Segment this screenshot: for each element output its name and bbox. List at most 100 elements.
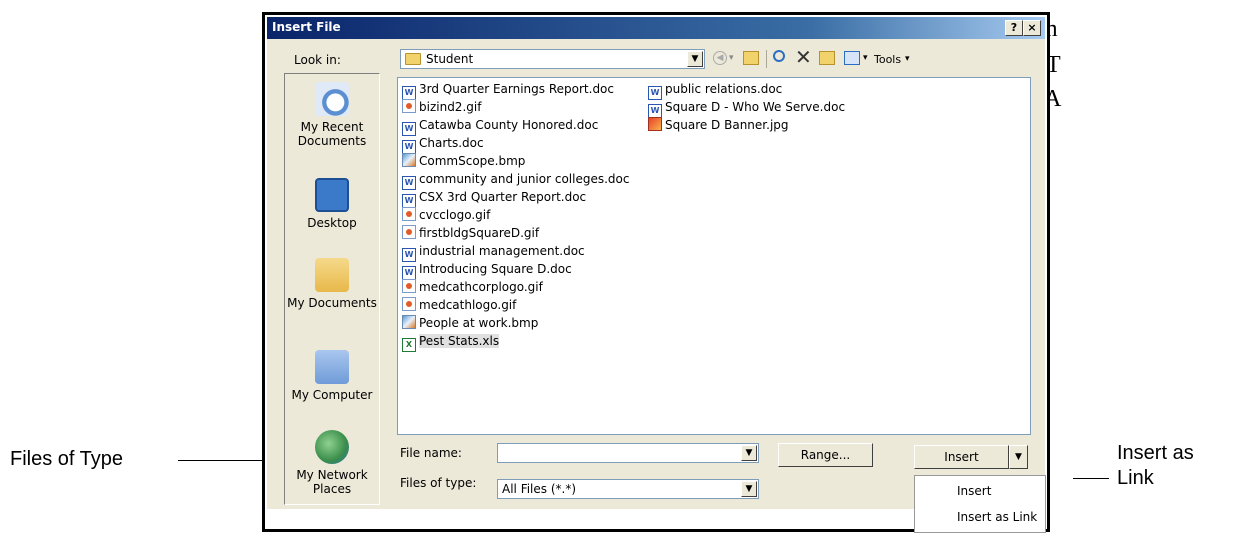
file-name: firstbldgSquareD.gif	[419, 226, 540, 240]
file-item[interactable]: Square D Banner.jpg	[648, 116, 789, 134]
file-name: People at work.bmp	[419, 316, 539, 330]
range-button[interactable]: Range...	[778, 443, 873, 467]
file-name: Charts.doc	[419, 136, 484, 150]
place-desktop[interactable]: Desktop	[285, 178, 379, 230]
callout-line-insert-as-link	[1073, 478, 1109, 479]
my-computer-icon	[315, 350, 349, 384]
file-item[interactable]: Introducing Square D.doc	[402, 260, 572, 280]
file-item[interactable]: firstbldgSquareD.gif	[402, 224, 539, 242]
file-name: Square D Banner.jpg	[665, 118, 789, 132]
views-icon[interactable]	[844, 51, 860, 65]
place-my-recent-documents[interactable]: My Recent Documents	[285, 82, 379, 148]
file-name: bizind2.gif	[419, 100, 482, 114]
file-item[interactable]: medcathlogo.gif	[402, 296, 516, 314]
chevron-down-icon[interactable]: ▼	[741, 481, 757, 497]
file-item[interactable]: cvcclogo.gif	[402, 206, 490, 224]
place-my-documents[interactable]: My Documents	[285, 258, 379, 310]
gif-file-icon	[402, 297, 416, 311]
file-name: 3rd Quarter Earnings Report.doc	[419, 82, 614, 96]
tools-menu[interactable]: Tools	[874, 53, 901, 66]
callout-insert-as-link-line2: Link	[1117, 467, 1154, 489]
file-item[interactable]: 3rd Quarter Earnings Report.doc	[402, 80, 614, 100]
file-name: medcathcorplogo.gif	[419, 280, 543, 294]
file-item[interactable]: Catawba County Honored.doc	[402, 116, 599, 136]
file-item[interactable]: bizind2.gif	[402, 98, 481, 116]
file-name: Square D - Who We Serve.doc	[665, 100, 846, 114]
places-bar: My Recent Documents Desktop My Documents…	[284, 73, 380, 505]
recent-documents-icon	[315, 82, 349, 116]
new-folder-icon[interactable]	[819, 51, 835, 65]
look-in-value: Student	[426, 52, 474, 66]
file-name: cvcclogo.gif	[419, 208, 491, 222]
up-folder-icon[interactable]	[743, 51, 759, 65]
insert-button[interactable]: Insert	[914, 445, 1009, 469]
menu-item-insert-as-link[interactable]: Insert as Link	[915, 504, 1045, 530]
place-my-computer[interactable]: My Computer	[285, 350, 379, 402]
file-item[interactable]: CSX 3rd Quarter Report.doc	[402, 188, 587, 208]
desktop-icon	[315, 178, 349, 212]
file-item[interactable]: medcathcorplogo.gif	[402, 278, 543, 296]
file-name: CommScope.bmp	[419, 154, 526, 168]
menu-item-insert[interactable]: Insert	[915, 478, 1045, 504]
back-dropdown-icon[interactable]: ▾	[729, 53, 734, 63]
file-name: Pest Stats.xls	[419, 334, 500, 348]
my-documents-icon	[315, 258, 349, 292]
bmp-file-icon	[402, 315, 416, 329]
insert-dropdown-button[interactable]: ▼	[1009, 445, 1028, 469]
file-item[interactable]: Charts.doc	[402, 134, 484, 154]
file-name: community and junior colleges.doc	[419, 172, 630, 186]
file-item[interactable]: community and junior colleges.doc	[402, 170, 630, 190]
jpg-file-icon	[648, 117, 662, 131]
files-of-type-value: All Files (*.*)	[502, 482, 577, 496]
file-name: public relations.doc	[665, 82, 783, 96]
gif-file-icon	[402, 99, 416, 113]
file-name-label: File name:	[400, 446, 462, 460]
place-label: My Computer	[291, 388, 373, 402]
tools-dropdown-icon: ▾	[905, 54, 910, 64]
callout-files-of-type: Files of Type	[10, 448, 124, 470]
bmp-file-icon	[402, 153, 416, 167]
place-label: Desktop	[307, 216, 357, 230]
file-item[interactable]: Square D - Who We Serve.doc	[648, 98, 846, 118]
look-in-label: Look in:	[294, 53, 341, 67]
network-places-icon	[315, 430, 349, 464]
file-name: CSX 3rd Quarter Report.doc	[419, 190, 587, 204]
look-in-combo[interactable]: Student ▼	[400, 49, 705, 69]
file-item[interactable]: public relations.doc	[648, 80, 783, 100]
insert-dropdown-menu: Insert Insert as Link	[914, 475, 1046, 533]
files-of-type-label: Files of type:	[400, 476, 477, 490]
file-name: Introducing Square D.doc	[419, 262, 572, 276]
gif-file-icon	[402, 279, 416, 293]
chevron-down-icon[interactable]: ▼	[741, 445, 757, 461]
file-name: industrial management.doc	[419, 244, 585, 258]
dialog-title: Insert File	[272, 20, 341, 34]
file-item[interactable]: Pest Stats.xls	[402, 332, 500, 352]
xls-file-icon	[402, 338, 416, 352]
file-item[interactable]: industrial management.doc	[402, 242, 585, 262]
insert-file-dialog: Insert File ? × Look in: Student ▼ ◀ ▾ ✕…	[267, 17, 1045, 509]
file-name: Catawba County Honored.doc	[419, 118, 599, 132]
title-bar: Insert File ? ×	[267, 17, 1045, 39]
back-icon[interactable]: ◀	[713, 51, 727, 65]
place-label: My Recent Documents	[297, 120, 367, 148]
help-button[interactable]: ?	[1005, 20, 1023, 36]
callout-insert-as-link-line1: Insert as	[1117, 442, 1194, 464]
chevron-down-icon[interactable]: ▼	[687, 51, 703, 67]
views-dropdown-icon[interactable]: ▾	[863, 53, 868, 63]
place-label: My Network Places	[296, 468, 368, 496]
file-list[interactable]: 3rd Quarter Earnings Report.doc bizind2.g…	[397, 77, 1031, 435]
gif-file-icon	[402, 207, 416, 221]
close-button[interactable]: ×	[1023, 20, 1041, 36]
search-web-icon[interactable]	[773, 50, 785, 62]
gif-file-icon	[402, 225, 416, 239]
file-name: medcathlogo.gif	[419, 298, 517, 312]
file-name-combo[interactable]: ▼	[497, 443, 759, 463]
folder-icon	[405, 53, 421, 65]
delete-icon[interactable]: ✕	[795, 45, 812, 69]
place-label: My Documents	[287, 296, 377, 310]
place-my-network-places[interactable]: My Network Places	[285, 430, 379, 496]
toolbar-separator	[766, 50, 767, 68]
file-item[interactable]: CommScope.bmp	[402, 152, 525, 170]
files-of-type-combo[interactable]: All Files (*.*) ▼	[497, 479, 759, 499]
file-item[interactable]: People at work.bmp	[402, 314, 538, 332]
